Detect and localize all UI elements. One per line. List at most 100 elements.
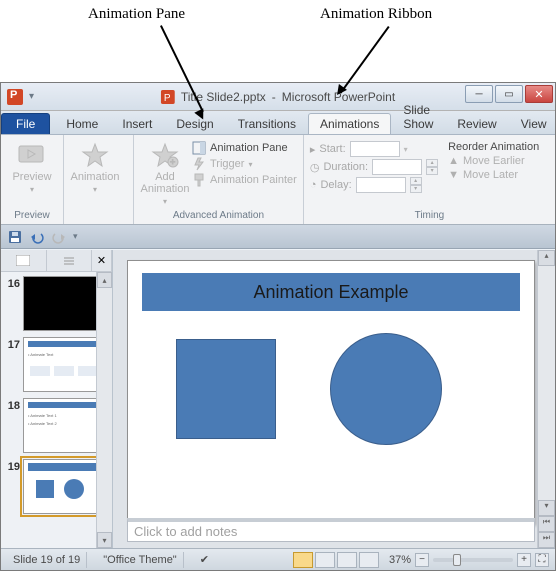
notes-placeholder: Click to add notes [134, 524, 237, 539]
slide-thumbnail-17[interactable]: • Animate Text [23, 337, 105, 392]
zoom-out-button[interactable]: − [415, 553, 429, 567]
tab-transitions[interactable]: Transitions [226, 113, 308, 134]
animation-gallery-button[interactable]: Animation▾ [70, 137, 120, 195]
thumbnail-tab-outline[interactable] [47, 250, 93, 271]
thumbnail-scrollbar[interactable]: ▴ ▾ [96, 272, 112, 548]
thumbnail-row[interactable]: 19 [5, 459, 108, 514]
zoom-slider-thumb[interactable] [453, 554, 461, 566]
scroll-down-icon[interactable]: ▾ [97, 532, 112, 548]
preview-button[interactable]: Preview▾ [7, 137, 57, 195]
slide-thumbnail-19[interactable] [23, 459, 105, 514]
pane-icon [192, 141, 206, 155]
normal-view-button[interactable] [293, 552, 313, 568]
delay-input[interactable] [356, 177, 406, 193]
move-later-button[interactable]: ▼Move Later [448, 169, 539, 181]
notes-pane[interactable]: Click to add notes [127, 518, 535, 542]
add-animation-button[interactable]: + Add Animation ▾ [140, 137, 190, 210]
trigger-button[interactable]: Trigger ▾ [192, 157, 297, 171]
zoom-in-button[interactable]: + [517, 553, 531, 567]
annotation-layer: Animation Pane Animation Ribbon [0, 0, 556, 82]
thumbnail-row[interactable]: 18 • Animate Text 1 • Animate Text 2 [5, 398, 108, 453]
slideshow-view-button[interactable] [359, 552, 379, 568]
delay-spinner[interactable]: ▴▾ [410, 177, 422, 193]
move-earlier-button[interactable]: ▲Move Earlier [448, 155, 539, 167]
slide-title[interactable]: Animation Example [142, 273, 520, 311]
spellcheck-icon[interactable]: ✔ [194, 552, 215, 568]
workspace: ✕ 16 17 • Animate Text [1, 250, 555, 548]
delay-row: ◔ Delay: ▴▾ [310, 177, 438, 193]
thumbnail-row[interactable]: 17 • Animate Text [5, 337, 108, 392]
ribbon-body: Preview▾ Preview Animation▾ . + Add Anim [1, 135, 555, 225]
powerpoint-doc-icon: P [161, 90, 175, 104]
group-title-advanced: Advanced Animation [140, 210, 297, 223]
delay-icon: ◔ [310, 179, 317, 191]
slide-editor: Animation Example Click to add notes ▴ ▾… [113, 250, 555, 548]
slide-canvas[interactable]: Animation Example [127, 260, 535, 524]
slide-number: 17 [5, 337, 23, 351]
maximize-button[interactable]: ▭ [495, 85, 523, 103]
down-icon: ▼ [448, 169, 459, 181]
animation-pane-button[interactable]: Animation Pane [192, 141, 297, 155]
add-animation-label: Add Animation [141, 171, 190, 195]
prev-slide-icon[interactable]: ⏮ [538, 516, 555, 532]
tab-file[interactable]: File [1, 113, 50, 134]
tab-slideshow[interactable]: Slide Show [391, 99, 445, 134]
quick-access-toolbar: ▾ [1, 225, 555, 249]
scroll-up-icon[interactable]: ▴ [538, 250, 555, 266]
animation-painter-button[interactable]: Animation Painter [192, 173, 297, 187]
reading-view-button[interactable] [337, 552, 357, 568]
redo-button[interactable] [51, 229, 67, 245]
tab-view[interactable]: View [509, 113, 556, 134]
oval-shape[interactable] [330, 333, 442, 445]
tab-home[interactable]: Home [54, 113, 110, 134]
app-icon[interactable] [7, 89, 23, 105]
start-input[interactable] [350, 141, 400, 157]
duration-spinner[interactable]: ▴▾ [426, 159, 438, 175]
thumbnail-pane-close[interactable]: ✕ [92, 250, 112, 271]
group-timing: ▸ Start: ▾ ◷ Duration: ▴▾ ◔ Delay: [304, 135, 555, 224]
callout-animation-pane: Animation Pane [88, 6, 185, 23]
tab-review[interactable]: Review [445, 113, 508, 134]
tab-animations[interactable]: Animations [308, 113, 391, 134]
duration-row: ◷ Duration: ▴▾ [310, 159, 438, 175]
close-button[interactable] [525, 85, 553, 103]
painter-icon [192, 173, 206, 187]
duration-input[interactable] [372, 159, 422, 175]
minimize-button[interactable]: ─ [465, 85, 493, 103]
start-row: ▸ Start: ▾ [310, 141, 438, 157]
tab-insert[interactable]: Insert [110, 113, 164, 134]
slides-tab-icon [16, 255, 30, 266]
start-label: Start: [319, 143, 345, 155]
add-animation-icon: + [151, 141, 179, 169]
group-title-timing: Timing [310, 210, 549, 223]
slide-thumbnail-16[interactable] [23, 276, 105, 331]
star-icon [81, 141, 109, 169]
scroll-up-icon[interactable]: ▴ [97, 272, 112, 288]
qat-customize-icon[interactable]: ▾ [73, 231, 78, 242]
zoom-slider[interactable] [433, 558, 513, 562]
rectangle-shape[interactable] [176, 339, 276, 439]
callout-animation-ribbon: Animation Ribbon [320, 6, 432, 23]
sorter-view-button[interactable] [315, 552, 335, 568]
next-slide-icon[interactable]: ⏭ [538, 532, 555, 548]
slide-number: 19 [5, 459, 23, 473]
statusbar: Slide 19 of 19 "Office Theme" ✔ 37% − + … [1, 548, 555, 570]
play-icon: ▸ [310, 143, 316, 156]
slide-thumbnail-panel: ✕ 16 17 • Animate Text [1, 250, 113, 548]
app-window: ▾ P Title Slide2.pptx - Microsoft PowerP… [0, 82, 556, 571]
zoom-level: 37% [389, 554, 411, 566]
undo-button[interactable] [29, 229, 45, 245]
editor-scrollbar[interactable]: ▴ ▾ ⏮ ⏭ [537, 250, 555, 548]
preview-label: Preview [12, 171, 51, 183]
group-preview: Preview▾ Preview [1, 135, 64, 224]
thumbnail-row[interactable]: 16 [5, 276, 108, 331]
save-button[interactable] [7, 229, 23, 245]
scroll-down-icon[interactable]: ▾ [538, 500, 555, 516]
group-title-preview: Preview [7, 210, 57, 223]
group-advanced-animation: + Add Animation ▾ Animation Pane Trigger… [134, 135, 304, 224]
trigger-label: Trigger [210, 158, 244, 170]
slide-thumbnail-18[interactable]: • Animate Text 1 • Animate Text 2 [23, 398, 105, 453]
thumbnail-tab-slides[interactable] [1, 250, 47, 271]
reorder-heading: Reorder Animation [448, 141, 539, 153]
fit-to-window-button[interactable]: ⛶ [535, 553, 549, 567]
